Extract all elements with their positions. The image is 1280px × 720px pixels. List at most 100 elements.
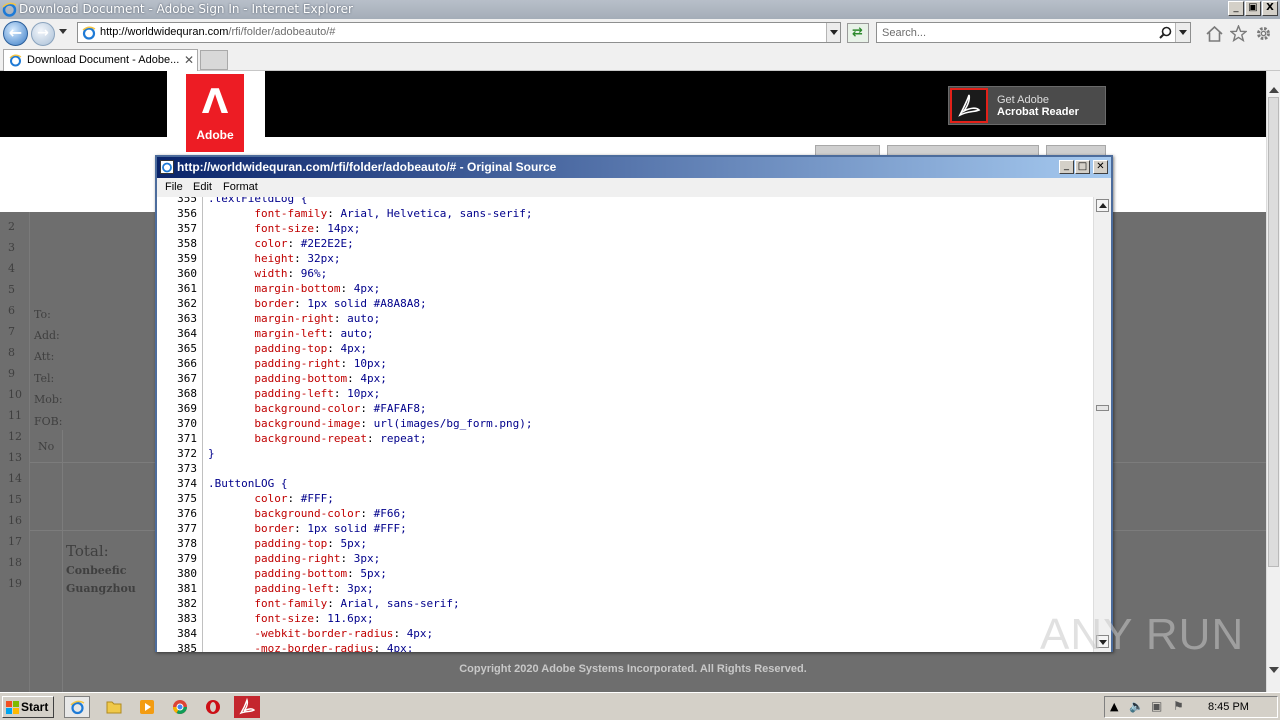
volume-icon[interactable]: 🔈	[1129, 699, 1144, 713]
scroll-down-icon[interactable]	[1269, 667, 1279, 673]
line-number: 378	[177, 537, 197, 550]
css-property: margin-bottom	[254, 282, 341, 295]
page-scrollbar[interactable]	[1266, 71, 1280, 692]
source-scroll-thumb[interactable]	[1096, 405, 1109, 411]
css-property: -moz-border-radius	[254, 642, 374, 652]
line-number: 376	[177, 507, 197, 520]
opera-icon	[206, 700, 220, 714]
get-acrobat-reader-button[interactable]: Get Adobe Acrobat Reader	[948, 86, 1106, 125]
new-tab-button[interactable]	[200, 50, 228, 70]
settings-gear-icon[interactable]	[1255, 25, 1272, 42]
menu-format[interactable]: Format	[223, 181, 258, 193]
sheet-row-header: 2 3 4 5 6 7 8 9 10 11 12 13 14 15 16 17 18 19	[0, 212, 30, 692]
scroll-up-icon[interactable]	[1269, 87, 1279, 93]
restore-button[interactable]: ▣	[1245, 1, 1261, 16]
css-colon: :	[347, 567, 361, 580]
close-button[interactable]: X	[1262, 1, 1278, 16]
home-icon[interactable]	[1206, 26, 1223, 42]
menu-file[interactable]: File	[165, 181, 183, 193]
taskbar-ie-button[interactable]	[64, 696, 90, 718]
sheet-cell: FOB:	[34, 415, 63, 428]
taskbar-opera-button[interactable]	[200, 696, 226, 718]
sheet-cell: No	[38, 440, 55, 453]
source-scroll-up-button[interactable]	[1096, 199, 1109, 212]
source-maximize-button[interactable]: □	[1075, 160, 1090, 174]
taskbar-explorer-button[interactable]	[101, 696, 127, 718]
code-text: padding-bottom: 4px;	[208, 371, 386, 386]
css-colon: :	[373, 642, 387, 652]
code-text: background-color: #F66;	[208, 506, 406, 521]
window-title: Download Document - Adobe Sign In - Inte…	[19, 2, 353, 16]
sheet-row-number: 8	[8, 346, 15, 359]
search-dropdown-button[interactable]	[1175, 23, 1190, 42]
css-colon: :	[366, 432, 381, 445]
back-button[interactable]: ←	[3, 21, 28, 46]
css-property: margin-left	[254, 327, 328, 340]
recent-pages-chevron-icon[interactable]	[59, 29, 67, 34]
css-property: padding-bottom	[254, 372, 348, 385]
code-text: margin-bottom: 4px;	[208, 281, 380, 296]
network-icon[interactable]: ▣	[1151, 699, 1162, 713]
menu-edit[interactable]: Edit	[193, 181, 212, 193]
tab-download-document[interactable]: Download Document - Adobe... ✕	[3, 49, 198, 71]
tab-close-icon[interactable]: ✕	[184, 53, 194, 67]
refresh-button[interactable]: ⇄	[847, 23, 869, 43]
css-colon: :	[340, 552, 354, 565]
media-player-icon	[140, 700, 154, 714]
source-code-area[interactable]: 355 .textFieldLog {356 font-family: Arial…	[157, 197, 1093, 652]
taskbar-clock[interactable]: 8:45 PM	[1208, 701, 1249, 713]
tray-expand-icon[interactable]: ▲	[1110, 700, 1118, 713]
favorites-star-icon[interactable]	[1230, 25, 1247, 42]
code-text: padding-left: 10px;	[208, 386, 380, 401]
css-colon: :	[294, 522, 308, 535]
css-property: font-size	[254, 222, 314, 235]
search-box[interactable]: Search...	[876, 22, 1191, 43]
sheet-row-number: 5	[8, 283, 15, 296]
line-number: 374	[177, 477, 197, 490]
line-number: 364	[177, 327, 197, 340]
navigation-bar: ← → http://worldwidequran.com/rfi/folder…	[0, 19, 1280, 48]
line-number: 372	[177, 447, 197, 460]
css-property: padding-top	[254, 342, 328, 355]
css-value: 10px;	[353, 357, 387, 370]
css-value: 3px;	[353, 552, 381, 565]
forward-button[interactable]: →	[31, 22, 55, 46]
code-text: font-family: Arial, Helvetica, sans-seri…	[208, 206, 532, 221]
minimize-button[interactable]: _	[1228, 1, 1244, 16]
start-label: Start	[21, 700, 49, 714]
source-scrollbar[interactable]	[1093, 197, 1111, 652]
address-url[interactable]: http://worldwidequran.com/rfi/folder/ado…	[100, 26, 335, 38]
line-number: 383	[177, 612, 197, 625]
source-close-button[interactable]: ✕	[1093, 160, 1108, 174]
address-dropdown-button[interactable]	[826, 23, 840, 42]
taskbar-acrobat-button[interactable]	[234, 696, 260, 718]
reader-line1: Get Adobe	[997, 94, 1049, 106]
code-text: -webkit-border-radius: 4px;	[208, 626, 433, 641]
css-property: font-size	[254, 612, 314, 625]
start-button[interactable]: Start	[2, 696, 54, 718]
taskbar-chrome-button[interactable]	[167, 696, 193, 718]
ie-tab-icon	[9, 54, 22, 67]
css-colon: :	[340, 357, 354, 370]
ie-icon	[70, 700, 85, 715]
line-number: 367	[177, 372, 197, 385]
taskbar-media-button[interactable]	[134, 696, 160, 718]
sheet-row-number: 17	[8, 535, 22, 548]
css-colon: :	[294, 252, 308, 265]
folder-icon	[106, 701, 122, 714]
code-text: margin-left: auto;	[208, 326, 373, 341]
line-number: 384	[177, 627, 197, 640]
action-center-flag-icon[interactable]: ⚑	[1173, 699, 1184, 713]
search-icon[interactable]	[1159, 26, 1172, 39]
back-arrow-icon: ←	[8, 23, 23, 42]
scroll-thumb[interactable]	[1268, 97, 1279, 567]
source-minimize-button[interactable]: _	[1059, 160, 1074, 174]
address-bar[interactable]: http://worldwidequran.com/rfi/folder/ado…	[77, 22, 841, 43]
code-text: background-color: #FAFAF8;	[208, 401, 426, 416]
